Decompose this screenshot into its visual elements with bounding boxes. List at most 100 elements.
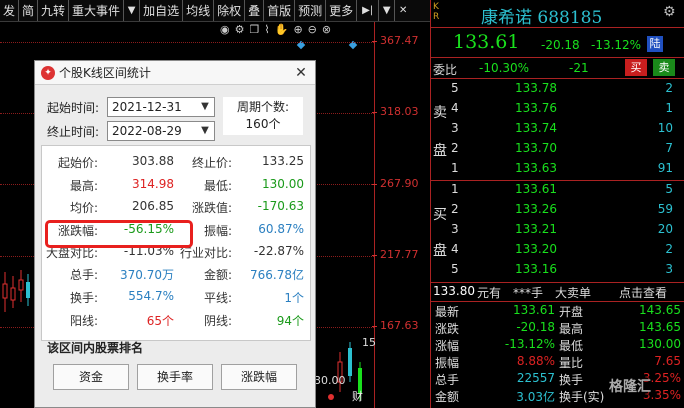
top-toolbar: 发 简 九转 重大事件 ▼ 加自选 均线 除权 叠 首版 预测 更多 ▶| ▼ … xyxy=(0,0,430,22)
grid-line xyxy=(0,42,374,43)
sell-button[interactable]: 卖 xyxy=(653,59,675,76)
zoom-in-icon[interactable]: ⊕ xyxy=(293,23,302,39)
end-date-select[interactable]: 2022-08-29 ▼ xyxy=(107,121,215,141)
price-change: -20.18 xyxy=(541,38,580,52)
big-order-bar[interactable]: 133.80 元有 ***手 大卖单 点击查看 xyxy=(431,284,684,301)
close-icon[interactable]: ✕ xyxy=(293,65,309,81)
hand-icon[interactable]: ✋ xyxy=(275,23,289,39)
quote-row-label: 最高 xyxy=(559,322,584,336)
order-level: 3 xyxy=(451,222,459,236)
chevron-down-icon[interactable]: ▼ xyxy=(198,98,212,116)
chart-side-number: 15 xyxy=(362,336,376,349)
quote-row-label: 最低 xyxy=(559,339,584,353)
order-volume: 2 xyxy=(665,242,673,256)
rank-by-turnover-button[interactable]: 换手率 xyxy=(137,364,213,390)
buy-order-row: 5 133.16 3 xyxy=(431,262,684,282)
weibi-pct: -10.30% xyxy=(479,61,530,75)
weibi-label: 委比 xyxy=(433,63,458,77)
down-candle-value: 94个 xyxy=(276,314,304,328)
kr-tag-k: K xyxy=(433,2,439,12)
toolbar-item-more[interactable]: 更多 xyxy=(326,0,358,21)
order-price: 133.76 xyxy=(515,101,557,115)
buy-order-row: 3 133.21 20 xyxy=(431,222,684,242)
candles-left xyxy=(2,270,30,312)
view-details-link[interactable]: 点击查看 xyxy=(619,284,667,301)
buy-button[interactable]: 买 xyxy=(625,59,647,76)
order-price: 133.21 xyxy=(515,222,557,236)
up-candle-label: 阳线: xyxy=(69,314,98,328)
start-date-select[interactable]: 2021-12-31 ▼ xyxy=(107,97,215,117)
toolbar-item-jian[interactable]: 简 xyxy=(19,0,39,21)
ranking-section-title: 该区间内股票排名 xyxy=(47,341,144,355)
zoom-out-icon[interactable]: ⊖ xyxy=(308,23,317,39)
avg-price-value: 206.85 xyxy=(132,199,174,213)
price-change-pct: -13.12% xyxy=(591,38,642,52)
amount-value: 766.78亿 xyxy=(250,268,304,282)
open-price-label: 起始价: xyxy=(57,156,98,170)
toolbar-item-major-events[interactable]: 重大事件 xyxy=(69,0,125,21)
period-count-label: 周期个数: xyxy=(236,100,290,114)
quote-row: 涨幅 -13.12% 最低 130.00 xyxy=(431,337,684,354)
close-price-label: 终止价: xyxy=(191,156,232,170)
close-icon[interactable]: ✕ xyxy=(395,0,411,21)
price-label: 367.47 xyxy=(372,34,419,47)
chevron-down-icon[interactable]: ▼ xyxy=(198,122,212,140)
order-level: 4 xyxy=(451,101,459,115)
sell-order-row: 1 133.63 91 xyxy=(431,161,684,181)
toolbar-item-moving-average[interactable]: 均线 xyxy=(183,0,215,21)
nav-end-icon[interactable]: ▶| xyxy=(357,0,380,21)
eye-icon[interactable]: ◉ xyxy=(220,23,230,39)
order-price: 133.20 xyxy=(515,242,557,256)
divider xyxy=(431,180,684,181)
order-level: 2 xyxy=(451,141,459,155)
toolbar-item-fa[interactable]: 发 xyxy=(0,0,20,21)
copy-icon[interactable]: ❐ xyxy=(249,23,259,39)
kr-tag-r: R xyxy=(433,12,440,22)
turnover-value: 554.7% xyxy=(128,289,174,303)
toolbar-item-first-board[interactable]: 首版 xyxy=(264,0,296,21)
quote-row-label: 开盘 xyxy=(559,305,584,319)
candles-right xyxy=(337,342,362,400)
toolbar-item-overlay[interactable]: 叠 xyxy=(245,0,265,21)
app-logo-icon: ✦ xyxy=(41,65,55,80)
change-value: -170.63 xyxy=(257,199,304,213)
order-level: 2 xyxy=(451,202,459,216)
stock-name: 康希诺 688185 xyxy=(481,8,603,28)
toolbar-item-forecast[interactable]: 预测 xyxy=(295,0,327,21)
chevron-down-icon[interactable]: ▼ xyxy=(124,0,141,21)
divider xyxy=(431,301,684,302)
toolbar-item-ex-rights[interactable]: 除权 xyxy=(214,0,246,21)
weibi-diff: -21 xyxy=(569,61,589,75)
gear-icon[interactable]: ⚙ xyxy=(663,4,676,20)
chevron-down-icon[interactable]: ▼ xyxy=(379,0,396,21)
divider xyxy=(431,78,684,79)
toolbar-item-jiuzhuan[interactable]: 九转 xyxy=(38,0,70,21)
toolbar-item-add-watchlist[interactable]: 加自选 xyxy=(140,0,184,21)
quote-row-label: 涨跌 xyxy=(435,322,460,336)
order-price: 133.70 xyxy=(515,141,557,155)
kr-tag: K R xyxy=(433,2,443,22)
sell-order-row: 4 133.76 1 xyxy=(431,101,684,121)
order-volume: 10 xyxy=(657,121,673,135)
flat-line-value: 1个 xyxy=(284,291,304,305)
order-level: 3 xyxy=(451,121,459,135)
price-axis xyxy=(374,22,375,408)
start-date-value: 2021-12-31 xyxy=(112,100,182,114)
down-candle-label: 阴线: xyxy=(203,314,232,328)
order-price: 133.61 xyxy=(515,182,557,196)
quote-row-value: 7.65 xyxy=(654,354,681,368)
gear-icon[interactable]: ⚙ xyxy=(235,23,245,39)
big-order-stars: ***手 xyxy=(513,286,544,300)
quote-row-value: -13.12% xyxy=(504,337,555,351)
dialog-titlebar[interactable]: ✦ 个股K线区间统计 xyxy=(35,61,315,85)
rank-by-funds-button[interactable]: 资金 xyxy=(53,364,129,390)
order-volume: 59 xyxy=(657,202,673,216)
order-volume: 2 xyxy=(665,81,673,95)
quote-row-value: 143.65 xyxy=(639,320,681,334)
line-tool-icon[interactable]: ⌇ xyxy=(264,23,269,39)
order-volume: 7 xyxy=(665,141,673,155)
close-icon[interactable]: ⊗ xyxy=(322,23,331,39)
rank-by-change-button[interactable]: 涨跌幅 xyxy=(221,364,297,390)
order-price: 133.74 xyxy=(515,121,557,135)
high-value: 314.98 xyxy=(132,177,174,191)
